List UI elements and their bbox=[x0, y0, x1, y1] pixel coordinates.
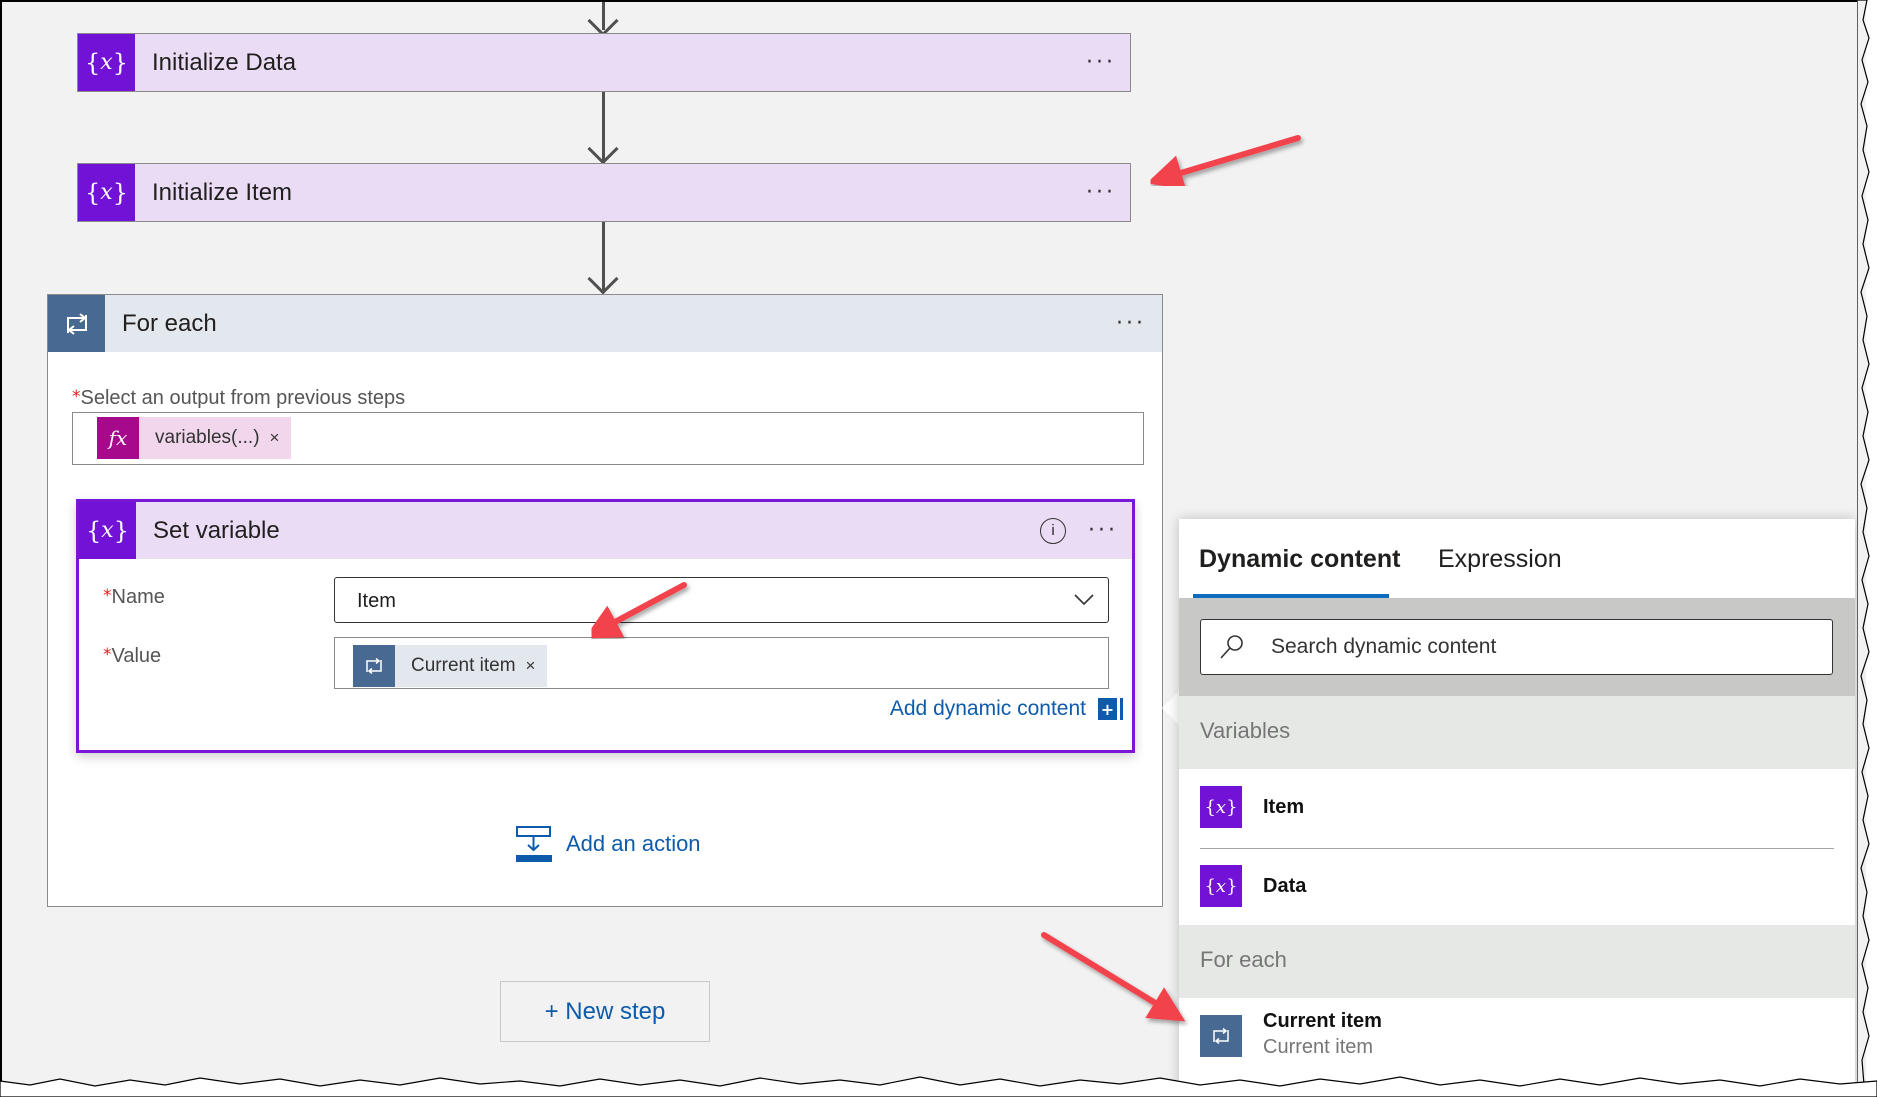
new-step-button[interactable]: + New step bbox=[500, 981, 710, 1042]
output-label: *Select an output from previous steps bbox=[72, 387, 406, 409]
current-item-token[interactable]: Current item × bbox=[353, 645, 548, 687]
more-options-icon[interactable]: ··· bbox=[1116, 312, 1146, 335]
value-input[interactable]: Current item × bbox=[334, 637, 1109, 689]
add-action-icon bbox=[516, 826, 552, 862]
add-dynamic-content-link[interactable]: Add dynamic content + bbox=[890, 697, 1120, 721]
set-variable-card: {x} Set variable i ··· *Name Item *Value… bbox=[76, 499, 1135, 753]
set-variable-header[interactable]: {x} Set variable i ··· bbox=[79, 502, 1132, 559]
variable-icon: {x} bbox=[1200, 865, 1242, 907]
dynamic-item-current-item[interactable]: Current item Current item bbox=[1179, 998, 1855, 1085]
panel-pointer bbox=[1162, 690, 1180, 726]
search-placeholder: Search dynamic content bbox=[1271, 635, 1497, 658]
name-label: *Name bbox=[103, 586, 165, 608]
step-title: Initialize Data bbox=[152, 48, 297, 76]
more-options-icon[interactable]: ··· bbox=[1086, 181, 1116, 204]
more-options-icon[interactable]: ··· bbox=[1086, 51, 1116, 74]
search-icon bbox=[1220, 635, 1243, 659]
annotation-arrow bbox=[1041, 932, 1186, 1022]
variable-icon: {x} bbox=[78, 164, 135, 221]
loop-icon bbox=[1200, 1015, 1242, 1057]
loop-icon bbox=[48, 295, 105, 352]
dynamic-item-item[interactable]: {x} Item bbox=[1179, 769, 1855, 849]
tab-expression[interactable]: Expression bbox=[1438, 545, 1562, 574]
step-initialize-data[interactable]: {x} Initialize Data ··· bbox=[77, 33, 1131, 92]
set-variable-title: Set variable bbox=[153, 516, 280, 544]
remove-token-icon[interactable]: × bbox=[270, 428, 292, 448]
step-title: Initialize Item bbox=[152, 178, 293, 206]
search-input[interactable]: Search dynamic content bbox=[1200, 619, 1833, 675]
flow-canvas: {x} Initialize Data ··· {x} Initialize I… bbox=[0, 0, 1866, 1085]
dynamic-content-panel: Dynamic content Expression Search dynami… bbox=[1179, 519, 1855, 1085]
name-dropdown[interactable]: Item bbox=[334, 577, 1109, 623]
info-icon[interactable]: i bbox=[1040, 517, 1067, 544]
add-icon: + bbox=[1098, 698, 1120, 720]
foreach-header[interactable]: For each ··· bbox=[48, 295, 1162, 352]
expression-icon: fx bbox=[97, 417, 139, 459]
annotation-arrow bbox=[1146, 135, 1301, 191]
more-options-icon[interactable]: ··· bbox=[1088, 519, 1118, 542]
name-value: Item bbox=[357, 590, 396, 612]
dynamic-item-data[interactable]: {x} Data bbox=[1179, 849, 1855, 925]
torn-edge-right bbox=[1857, 0, 1870, 1097]
torn-edge-bottom bbox=[0, 1076, 1877, 1097]
section-header-foreach: For each bbox=[1179, 925, 1855, 998]
add-action-button[interactable]: Add an action bbox=[516, 826, 701, 862]
tab-dynamic-content[interactable]: Dynamic content bbox=[1199, 545, 1400, 574]
variable-icon: {x} bbox=[1200, 786, 1242, 828]
variable-icon: {x} bbox=[78, 34, 135, 91]
connector-arrowhead bbox=[587, 5, 619, 37]
remove-token-icon[interactable]: × bbox=[526, 656, 548, 676]
value-label: *Value bbox=[103, 645, 162, 667]
connector-arrowhead bbox=[587, 133, 619, 165]
loop-icon bbox=[353, 645, 395, 687]
output-input[interactable]: fx variables(...) × bbox=[72, 412, 1144, 465]
step-initialize-item[interactable]: {x} Initialize Item ··· bbox=[77, 163, 1131, 222]
foreach-title: For each bbox=[122, 309, 217, 337]
connector-arrowhead bbox=[587, 263, 619, 295]
chevron-down-icon bbox=[1074, 594, 1094, 606]
expression-token[interactable]: fx variables(...) × bbox=[97, 417, 292, 459]
variable-icon: {x} bbox=[79, 502, 136, 559]
section-header-variables: Variables bbox=[1179, 696, 1855, 769]
